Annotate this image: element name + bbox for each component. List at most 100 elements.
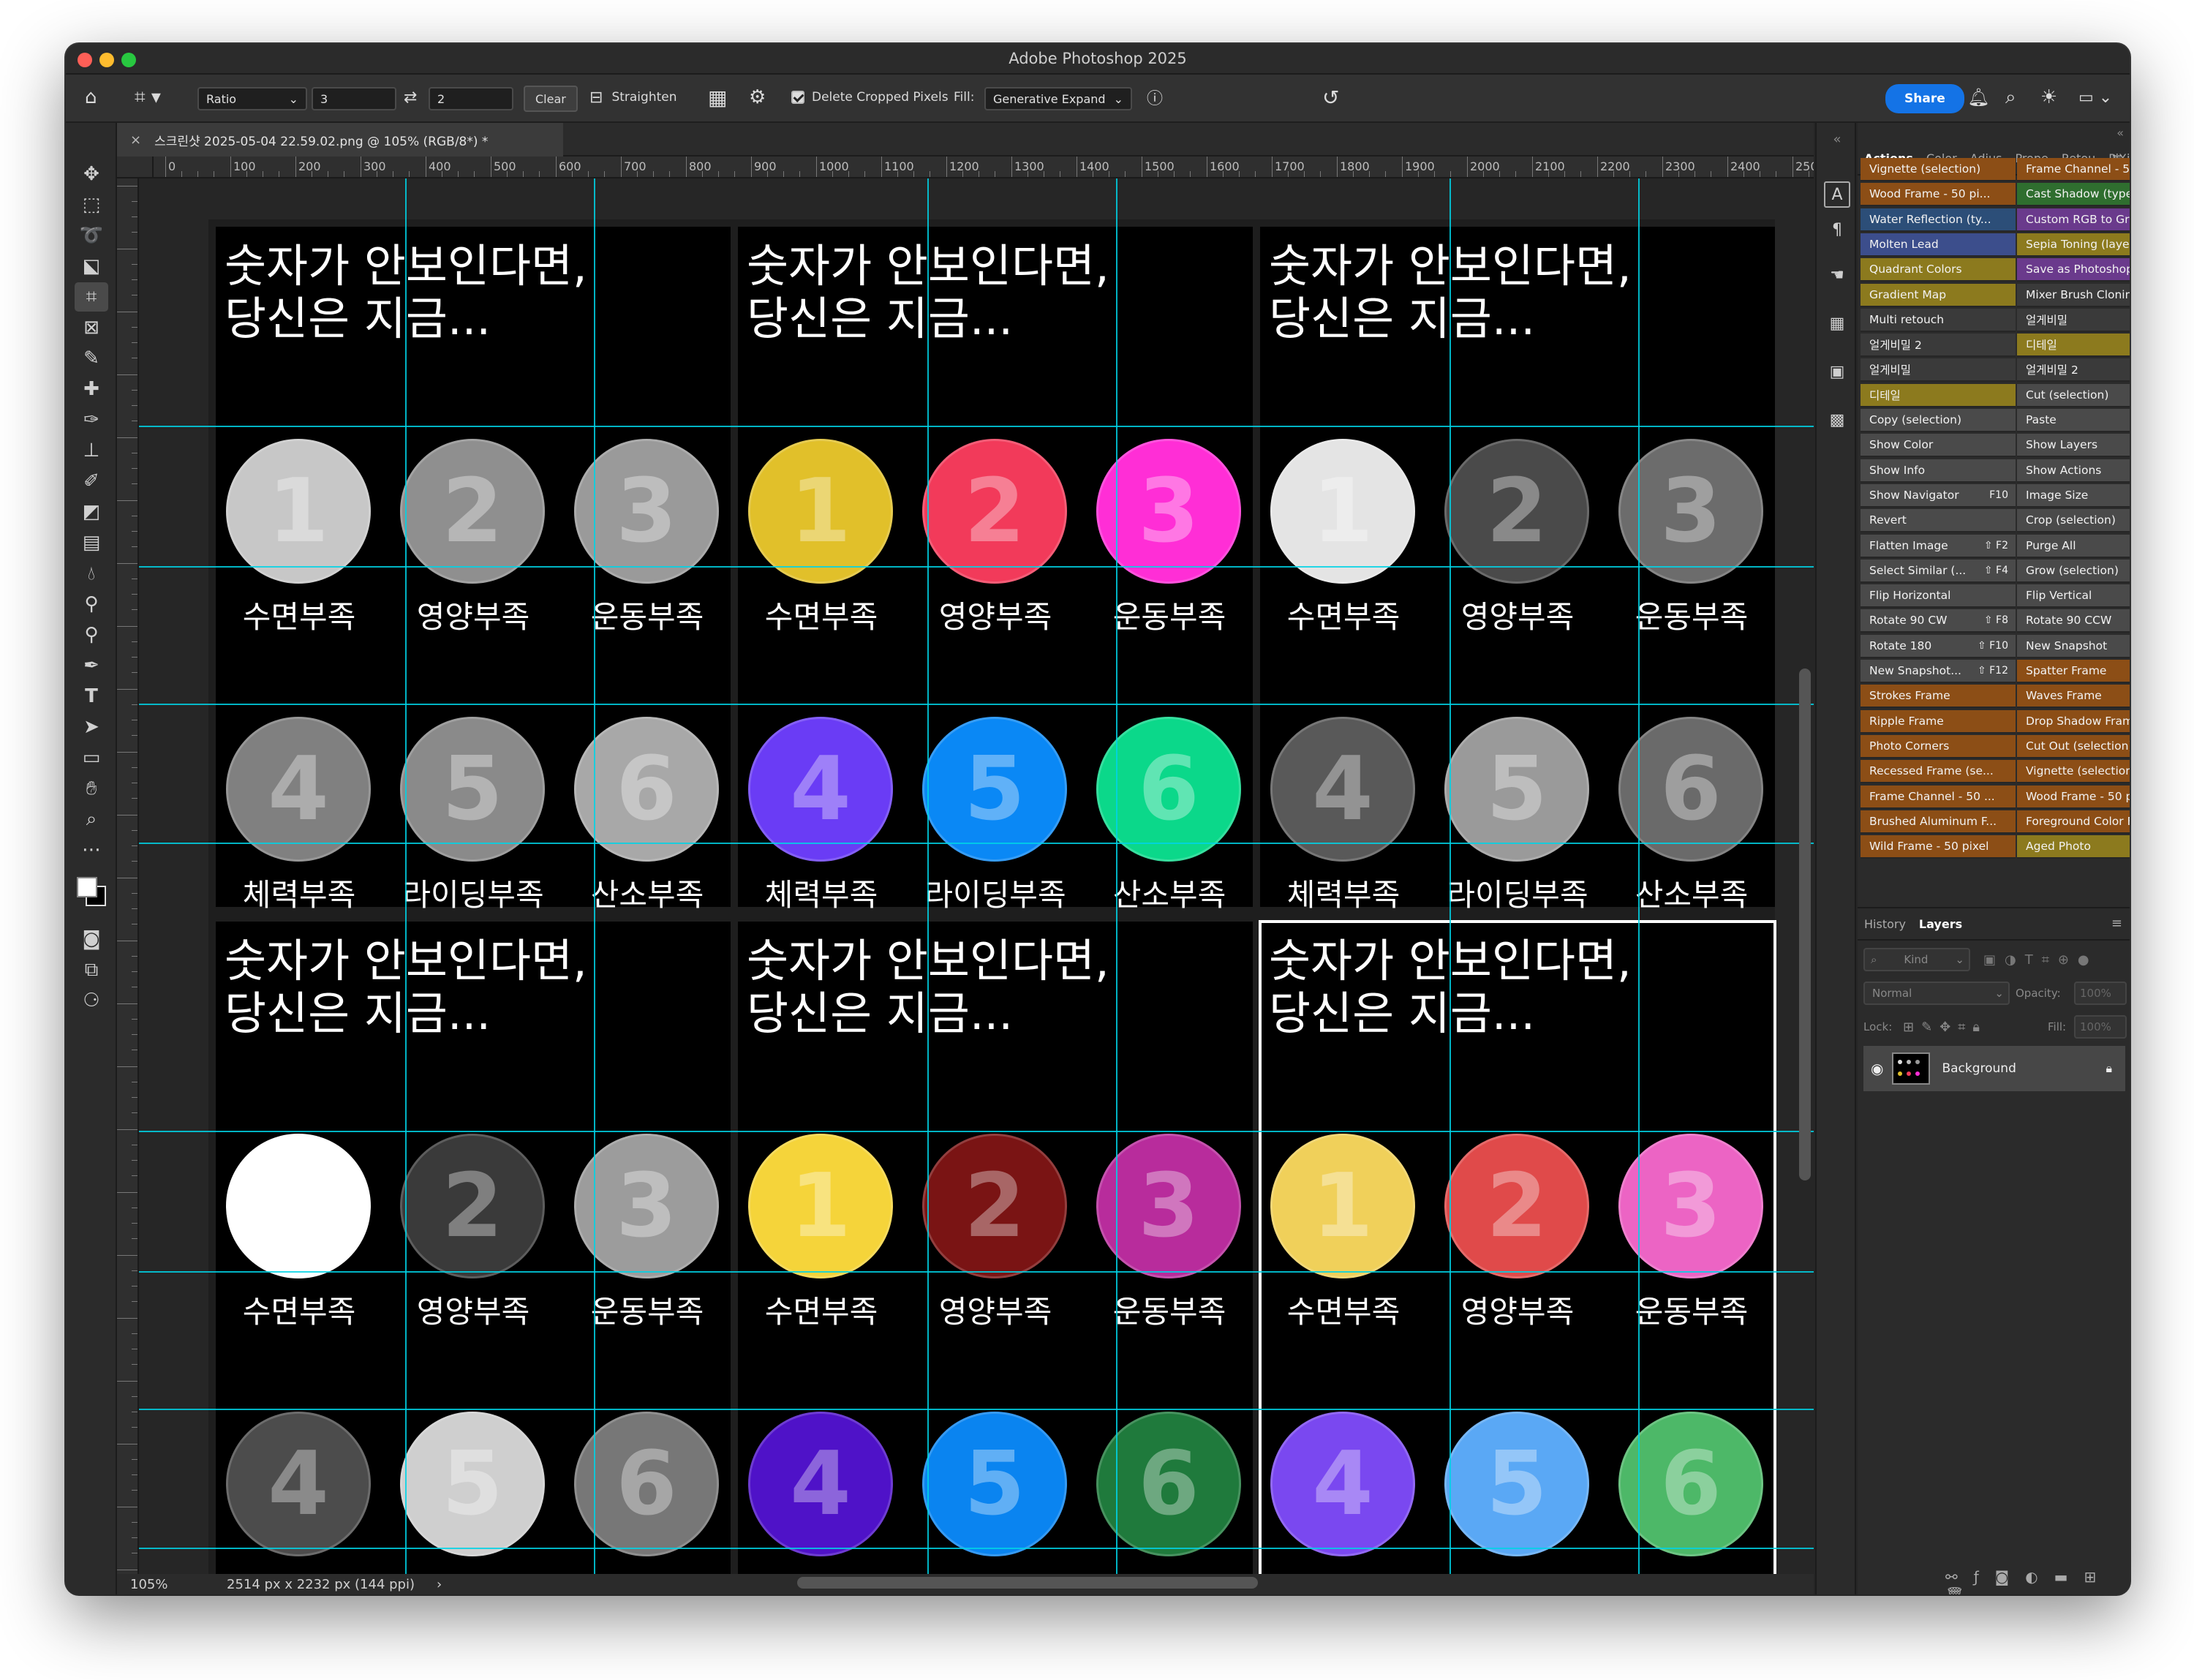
workspace-icon[interactable]: ▭ ⌄: [2078, 83, 2112, 112]
action-button[interactable]: Flatten Image ⇧ F2: [1861, 534, 2016, 558]
action-button[interactable]: Drop Shadow Frame: [2017, 709, 2130, 734]
action-button[interactable]: Wood Frame - 50 pi...: [2017, 785, 2130, 809]
vertical-scrollbar[interactable]: [1799, 668, 1811, 1180]
action-button[interactable]: Wood Frame - 50 pi...: [1861, 183, 2016, 207]
action-button[interactable]: Flip Vertical: [2017, 584, 2130, 609]
layer-filter-icons[interactable]: ▣◑T⌗⊕●: [1983, 948, 2130, 971]
collapse-icon[interactable]: «: [1824, 126, 1850, 152]
gear-icon[interactable]: ⚙: [749, 83, 766, 112]
action-button[interactable]: Brushed Aluminum F...: [1861, 810, 2016, 834]
object-selection-tool-icon[interactable]: ⬕: [75, 252, 108, 281]
eraser-tool-icon[interactable]: ◩: [75, 497, 108, 527]
action-button[interactable]: Select Similar (... ⇧ F4: [1861, 559, 2016, 583]
action-button[interactable]: Show Navigator F10: [1861, 483, 2016, 508]
lock-icon[interactable]: 🔒︎: [2106, 1061, 2112, 1076]
move-tool-icon[interactable]: ✥: [75, 159, 108, 189]
type-tool-icon[interactable]: T: [75, 682, 108, 711]
action-button[interactable]: 얼게비밀 2: [2017, 358, 2130, 383]
poster-panel[interactable]: 숫자가 안보인다면,당신은 지금...1수면부족2영양부족3운동부족4체력부족5…: [216, 922, 731, 1594]
action-button[interactable]: Mixer Brush Cloning...: [2017, 283, 2130, 307]
action-button[interactable]: Frame Channel - 50 ...: [1861, 785, 2016, 809]
action-button[interactable]: Purge All⇧ F3: [2017, 534, 2130, 558]
healing-brush-tool-icon[interactable]: ✚: [75, 374, 108, 404]
swatches-panel-icon[interactable]: ▩: [1824, 407, 1850, 433]
action-button[interactable]: Save as Photoshop ...: [2017, 258, 2130, 282]
action-button[interactable]: Water Reflection (ty...: [1861, 208, 2016, 232]
eyedropper-tool-icon[interactable]: ✎: [75, 344, 108, 373]
share-button[interactable]: Share: [1885, 84, 1964, 113]
document-tab[interactable]: × 스크린샷 2025-05-04 22.59.02.png @ 105% (R…: [117, 123, 563, 157]
action-button[interactable]: Rotate 90 CW ⇧ F8: [1861, 609, 2016, 633]
action-button[interactable]: Quadrant Colors: [1861, 258, 2016, 282]
action-button[interactable]: Show Color: [1861, 434, 2016, 458]
lightbulb-icon[interactable]: ☀: [2040, 83, 2057, 112]
overlay-grid-icon[interactable]: ▦: [708, 83, 727, 112]
layers-panel-menu-icon[interactable]: ≡: [2111, 916, 2122, 931]
action-button[interactable]: Spatter Frame: [2017, 660, 2130, 683]
opacity-input[interactable]: 100%: [2074, 982, 2127, 1005]
burn-tool-icon[interactable]: ⚲: [75, 620, 108, 649]
action-button[interactable]: Cast Shadow (type): [2017, 183, 2130, 207]
brush-tool-icon[interactable]: ✑: [75, 405, 108, 434]
marquee-tool-icon[interactable]: ⬚: [75, 190, 108, 219]
history-brush-tool-icon[interactable]: ✐: [75, 467, 108, 496]
action-button[interactable]: Grow (selection): [2017, 559, 2130, 583]
action-button[interactable]: Flip Horizontal: [1861, 584, 2016, 609]
action-button[interactable]: Rotate 180 ⇧ F10: [1861, 634, 2016, 658]
canvas-area[interactable]: 숫자가 안보인다면, 당신은 지금... 1 수면부족 2 영양부족 3 운동부족 4 체력부족 5…: [139, 178, 1814, 1594]
action-button[interactable]: 디테일: [2017, 334, 2130, 358]
action-button[interactable]: Foreground Color Fr...: [2017, 810, 2130, 834]
action-button[interactable]: Wild Frame - 50 pixel: [1861, 835, 2016, 859]
action-button[interactable]: Frame Channel - 50 ...: [2017, 158, 2130, 181]
action-button[interactable]: Paste: [2017, 409, 2130, 432]
action-button[interactable]: Custom RGB to Gray...: [2017, 208, 2130, 232]
clone-stamp-tool-icon[interactable]: ⊥: [75, 436, 108, 465]
path-selection-tool-icon[interactable]: ➤: [75, 712, 108, 742]
action-button[interactable]: Aged Photo: [2017, 835, 2130, 859]
action-button[interactable]: Molten Lead: [1861, 233, 2016, 257]
crop-tool-preset-icon[interactable]: ⌗ ▾: [135, 83, 161, 112]
hand-tool-icon[interactable]: ✋︎: [75, 774, 108, 803]
edit-toolbar-icon[interactable]: ⚆: [75, 986, 108, 1015]
layer-row-background[interactable]: ◉ Background 🔒︎: [1863, 1046, 2125, 1091]
frame-tool-icon[interactable]: ⊠: [75, 313, 108, 342]
straighten-button[interactable]: ⊟ Straighten: [589, 83, 677, 112]
horizontal-ruler[interactable]: 0 100 200 300 400 500 600 700 800 900 1000 1100 1200…: [154, 157, 1814, 178]
clear-button[interactable]: Clear: [524, 86, 578, 112]
blur-tool-icon[interactable]: 💧︎: [75, 559, 108, 588]
crop-selection-box[interactable]: [1259, 920, 1776, 1594]
lock-icons[interactable]: ⊞✎✥⌗🔒︎: [1903, 1015, 1987, 1039]
crop-tool-icon[interactable]: ⌗: [75, 282, 108, 312]
action-button[interactable]: New Snapshot... ⇧ F12: [1861, 660, 2016, 683]
action-button[interactable]: Multi retouch: [1861, 308, 2016, 332]
action-button[interactable]: Vignette (selection): [1861, 158, 2016, 181]
gradient-tool-icon[interactable]: ▤: [75, 528, 108, 557]
lasso-tool-icon[interactable]: ➰: [75, 221, 108, 250]
action-button[interactable]: 얼게비밀 2: [1861, 334, 2016, 358]
action-button[interactable]: Waves Frame: [2017, 685, 2130, 709]
layers-footer-icons[interactable]: ⚯ƒ◙◐▬⊞🗑︎: [1945, 1568, 2130, 1594]
action-button[interactable]: Show Info: [1861, 459, 2016, 483]
zoom-level[interactable]: 105%: [130, 1577, 211, 1592]
pen-tool-icon[interactable]: ✒: [75, 651, 108, 680]
action-button[interactable]: Cut (selection): [2017, 383, 2130, 407]
color-swatches-icon[interactable]: [75, 870, 108, 914]
horizontal-scrollbar[interactable]: [797, 1577, 1258, 1589]
collapse-panels-icon[interactable]: «: [2116, 126, 2124, 140]
action-button[interactable]: Cut Out (selection): [2017, 734, 2130, 758]
close-icon[interactable]: ×: [130, 132, 141, 148]
table-panel-icon[interactable]: ▦: [1824, 310, 1850, 336]
poster-panel[interactable]: 숫자가 안보인다면,당신은 지금...1수면부족2영양부족3운동부족4체력부족5…: [738, 922, 1253, 1594]
chevron-right-icon[interactable]: ›: [437, 1577, 442, 1592]
home-icon[interactable]: ⌂: [85, 83, 97, 112]
quick-mask-icon[interactable]: ◙: [75, 924, 108, 954]
action-button[interactable]: Vignette (selection): [2017, 760, 2130, 784]
fill-input[interactable]: 100%: [2074, 1015, 2127, 1039]
action-button[interactable]: New Snapshot⇧ F11: [2017, 634, 2130, 658]
action-button[interactable]: 디테일: [1861, 383, 2016, 407]
action-button[interactable]: Rotate 90 CCW⇧ F9: [2017, 609, 2130, 633]
action-button[interactable]: 얼게비밀: [2017, 308, 2130, 332]
action-button[interactable]: Ripple Frame: [1861, 709, 2016, 734]
zoom-tool-icon[interactable]: ⌕: [75, 805, 108, 834]
hand-panel-icon[interactable]: ☚: [1824, 262, 1850, 288]
